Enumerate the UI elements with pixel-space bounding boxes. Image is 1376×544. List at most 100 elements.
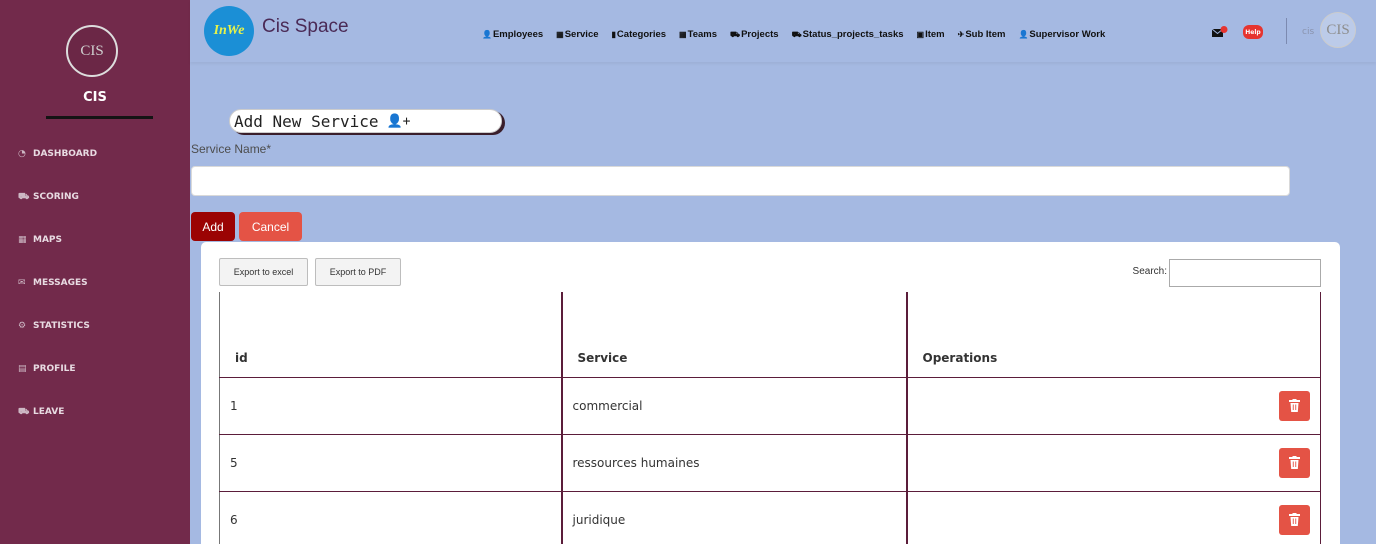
plane-icon: ✈	[957, 30, 965, 39]
column-header-operations[interactable]: Operations	[905, 292, 1321, 378]
table-row: 6 juridique	[219, 491, 1321, 544]
user-icon: 👤	[482, 30, 492, 39]
gear-icon: ⚙	[18, 321, 27, 331]
envelope-notification-icon[interactable]	[1212, 26, 1228, 38]
column-header-service[interactable]: Service	[560, 292, 907, 378]
cell-operations	[905, 434, 1321, 492]
cell-service: commercial	[560, 377, 907, 435]
sidebar-item-leave[interactable]: ⛟ LEAVE	[18, 407, 64, 417]
service-name-input[interactable]	[191, 166, 1290, 196]
nav-categories[interactable]: ▮ Categories	[612, 29, 667, 40]
cell-service: ressources humaines	[560, 434, 907, 492]
dashboard-icon: ◔	[18, 149, 26, 159]
nav-supervisor-work[interactable]: 👤 Supervisor Work	[1018, 29, 1105, 40]
sidebar: CIS CIS ◔ DASHBOARD ⛟ SCORING ▦ MAPS ✉ M…	[0, 0, 190, 544]
avatar-text: CIS	[1326, 21, 1350, 38]
sidebar-brand: CIS	[83, 90, 107, 105]
nav-service[interactable]: ▦ Service	[556, 29, 598, 40]
brand-logo[interactable]: InWe	[204, 6, 254, 56]
nav-label: Categories	[616, 29, 667, 40]
help-icon[interactable]: Help	[1243, 25, 1263, 39]
table-icon: ▦	[679, 30, 687, 39]
car-icon: ⛟	[18, 407, 30, 417]
delete-button[interactable]	[1279, 447, 1310, 478]
topbar-divider	[1286, 18, 1287, 44]
nav-label: Teams	[687, 29, 717, 40]
nav-item[interactable]: ▣ Item	[917, 29, 945, 40]
sidebar-item-profile[interactable]: ▤ PROFILE	[18, 364, 76, 374]
export-excel-button[interactable]: Export to excel	[219, 258, 308, 286]
trash-icon	[1289, 456, 1300, 469]
sidebar-item-label: SCORING	[33, 192, 79, 202]
nav-label: Projects	[741, 29, 779, 40]
user-icon: 👤	[1018, 30, 1029, 39]
car-icon: ⛟	[791, 29, 802, 39]
table-row: 5 ressources humaines	[219, 434, 1321, 492]
cell-service: juridique	[560, 491, 907, 544]
nav-teams[interactable]: ▦ Teams	[679, 29, 717, 40]
nav-projects[interactable]: ⛟ Projects	[730, 29, 779, 40]
sidebar-item-maps[interactable]: ▦ MAPS	[18, 235, 62, 245]
table-header-row: id Service Operations	[219, 292, 1321, 378]
sidebar-item-label: STATISTICS	[33, 321, 90, 331]
clipboard-icon: ▮	[611, 30, 616, 39]
car-icon: ⛟	[18, 192, 30, 202]
trash-icon	[1289, 513, 1300, 526]
sidebar-item-messages[interactable]: ✉ MESSAGES	[18, 278, 88, 288]
cell-operations	[905, 491, 1321, 544]
nav-label: Sub Item	[965, 29, 1006, 40]
nav-label: Supervisor Work	[1029, 29, 1106, 40]
table-row: 1 commercial	[219, 377, 1321, 435]
sidebar-logo: CIS	[66, 25, 118, 77]
user-avatar[interactable]: CIS	[1320, 12, 1356, 48]
export-pdf-button[interactable]: Export to PDF	[315, 258, 401, 286]
column-header-id[interactable]: id	[219, 292, 562, 378]
brand-title[interactable]: Cis Space	[262, 16, 349, 38]
help-label: Help	[1245, 28, 1261, 36]
nav-label: Item	[925, 29, 945, 40]
sidebar-item-scoring[interactable]: ⛟ SCORING	[18, 192, 79, 202]
service-name-label: Service Name*	[191, 142, 272, 156]
sidebar-item-label: LEAVE	[33, 407, 65, 417]
add-button[interactable]: Add	[191, 212, 235, 241]
table-icon: ▦	[556, 30, 564, 39]
services-table: id Service Operations 1 commercial 5 res…	[219, 292, 1321, 544]
sidebar-item-label: DASHBOARD	[33, 149, 98, 159]
nav-label: Employees	[492, 29, 544, 40]
envelope-icon: ✉	[18, 278, 26, 288]
sidebar-logo-text: CIS	[80, 42, 104, 59]
add-service-title: Add New Service	[234, 111, 379, 131]
add-service-header: Add New Service 👤+	[229, 109, 502, 133]
trash-icon	[1289, 399, 1300, 412]
nav-label: Status_projects_tasks	[802, 29, 904, 40]
id-card-icon: ▤	[18, 364, 27, 374]
nav-label: Service	[564, 29, 599, 40]
nav-employees[interactable]: 👤 Employees	[482, 29, 543, 40]
user-name[interactable]: cis	[1302, 27, 1314, 37]
sidebar-item-statistics[interactable]: ⚙ STATISTICS	[18, 321, 90, 331]
car-icon: ⛟	[730, 29, 741, 39]
delete-button[interactable]	[1279, 504, 1310, 535]
nav-sub-item[interactable]: ✈ Sub Item	[958, 29, 1006, 40]
user-plus-icon: 👤+	[386, 113, 411, 129]
sidebar-item-dashboard[interactable]: ◔ DASHBOARD	[18, 149, 97, 159]
delete-button[interactable]	[1279, 390, 1310, 421]
top-navbar: InWe Cis Space 👤 Employees ▦ Service ▮ Cate…	[190, 0, 1376, 62]
sidebar-item-label: PROFILE	[33, 364, 76, 374]
search-label: Search:	[1132, 266, 1167, 277]
brand-logo-text: InWe	[213, 23, 245, 38]
map-icon: ▦	[18, 235, 27, 245]
cell-id: 1	[219, 377, 562, 435]
sidebar-item-label: MESSAGES	[33, 278, 88, 288]
top-nav-menu: 👤 Employees ▦ Service ▮ Categories ▦ Teams ⛟…	[482, 29, 1105, 40]
nav-status-projects-tasks[interactable]: ⛟ Status_projects_tasks	[792, 29, 904, 40]
search-input[interactable]	[1169, 259, 1321, 287]
cancel-button[interactable]: Cancel	[239, 212, 302, 241]
image-icon: ▣	[916, 30, 925, 39]
sidebar-item-label: MAPS	[33, 235, 62, 245]
cell-operations	[905, 377, 1321, 435]
sidebar-divider	[46, 116, 153, 119]
services-panel: Export to excel Export to PDF Search: id…	[201, 242, 1340, 544]
cell-id: 5	[219, 434, 562, 492]
cell-id: 6	[219, 491, 562, 544]
